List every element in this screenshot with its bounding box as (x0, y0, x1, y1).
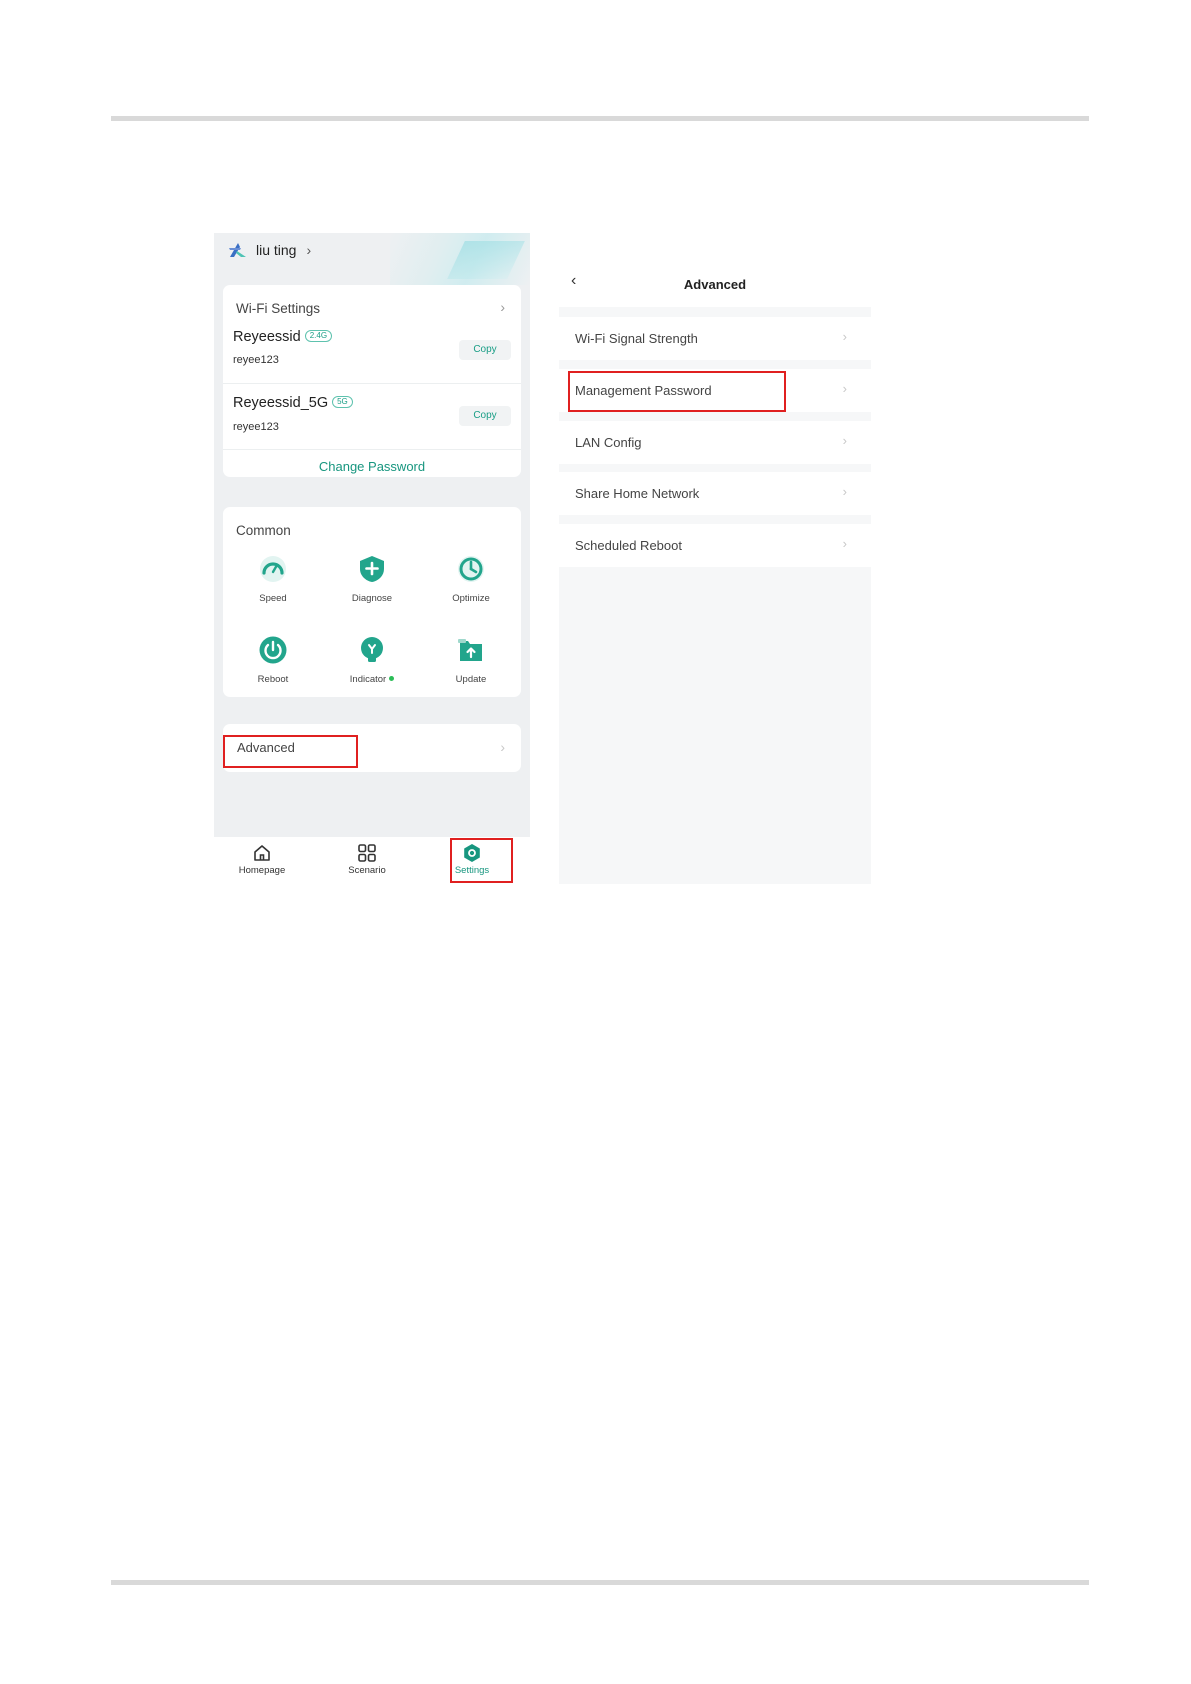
advanced-screen: ‹ Advanced Wi-Fi Signal Strength › Manag… (559, 257, 871, 884)
wifi-password: reyee123 (233, 421, 279, 433)
menu-item-label: LAN Config (575, 435, 642, 450)
tool-label-text: Indicator (349, 674, 387, 685)
nav-label: Homepage (238, 865, 286, 876)
chevron-right-icon: › (500, 739, 505, 755)
tool-label: Indicator (332, 674, 412, 685)
wifi-settings-title[interactable]: Wi-Fi Settings (236, 301, 320, 316)
tool-speed[interactable]: Speed (233, 555, 313, 604)
user-profile-link[interactable]: liu ting › (228, 241, 311, 259)
tool-label: Diagnose (351, 593, 393, 604)
wifi-password: reyee123 (233, 354, 279, 366)
tool-label: Optimize (452, 593, 490, 604)
chevron-right-icon: › (842, 433, 847, 448)
lightbulb-icon (358, 636, 386, 664)
chevron-right-icon: › (842, 329, 847, 344)
highlight-box-advanced (223, 735, 358, 768)
tool-indicator[interactable]: Indicator (332, 636, 412, 685)
ssid-5g: Reyeessid_5G 5G (233, 395, 353, 411)
home-icon (252, 843, 272, 863)
common-tools-card: Common Speed Diagnose Optimize Reboot In… (223, 507, 521, 697)
ssid-primary: Reyeessid 2.4G (233, 329, 333, 345)
menu-item-share-home-network[interactable]: Share Home Network › (559, 472, 871, 515)
chevron-right-icon[interactable]: › (500, 299, 505, 315)
settings-screen: liu ting › Wi-Fi Settings › Reyeessid 2.4… (214, 233, 530, 883)
tool-optimize[interactable]: Optimize (431, 555, 511, 604)
tool-diagnose[interactable]: Diagnose (332, 555, 412, 604)
tool-reboot[interactable]: Reboot (233, 636, 313, 685)
common-title: Common (236, 523, 291, 538)
advanced-header: ‹ Advanced (559, 257, 871, 307)
optimize-icon (457, 555, 485, 583)
nav-scenario[interactable]: Scenario (327, 843, 407, 876)
reyee-logo-icon (228, 241, 248, 259)
divider (223, 449, 521, 450)
menu-item-label: Wi-Fi Signal Strength (575, 331, 698, 346)
menu-item-label: Scheduled Reboot (575, 538, 682, 553)
grid-icon (357, 843, 377, 863)
header-rule (111, 116, 1089, 121)
page-title: Advanced (683, 277, 747, 292)
copy-button[interactable]: Copy (459, 340, 511, 360)
tool-label: Update (455, 674, 487, 685)
menu-item-lan-config[interactable]: LAN Config › (559, 421, 871, 464)
speedometer-icon (259, 555, 287, 583)
user-name: liu ting (256, 242, 297, 258)
power-icon (259, 636, 287, 664)
chevron-right-icon: › (306, 242, 312, 258)
menu-item-label: Share Home Network (575, 486, 700, 501)
tool-label: Speed (259, 593, 287, 604)
chevron-right-icon: › (842, 536, 847, 551)
upload-icon (457, 636, 485, 664)
ssid-name: Reyeessid_5G (233, 395, 329, 411)
band-badge: 2.4G (304, 330, 333, 342)
nav-homepage[interactable]: Homepage (222, 843, 302, 876)
highlight-box-settings (450, 838, 513, 883)
band-badge: 5G (332, 396, 353, 408)
footer-rule (111, 1580, 1089, 1585)
ssid-name: Reyeessid (233, 329, 301, 345)
highlight-box-management-password (568, 371, 786, 412)
menu-item-scheduled-reboot[interactable]: Scheduled Reboot › (559, 524, 871, 567)
chevron-right-icon: › (842, 484, 847, 499)
copy-button[interactable]: Copy (459, 406, 511, 426)
change-password-button[interactable]: Change Password (223, 459, 521, 474)
menu-item-wifi-signal-strength[interactable]: Wi-Fi Signal Strength › (559, 317, 871, 360)
divider (223, 383, 521, 384)
tool-update[interactable]: Update (431, 636, 511, 685)
wifi-settings-card: Wi-Fi Settings › Reyeessid 2.4G reyee123 … (223, 285, 521, 477)
shield-plus-icon (358, 555, 386, 583)
tool-label: Reboot (257, 674, 289, 685)
nav-label: Scenario (348, 865, 386, 876)
status-dot (389, 676, 395, 681)
chevron-right-icon: › (842, 381, 847, 396)
